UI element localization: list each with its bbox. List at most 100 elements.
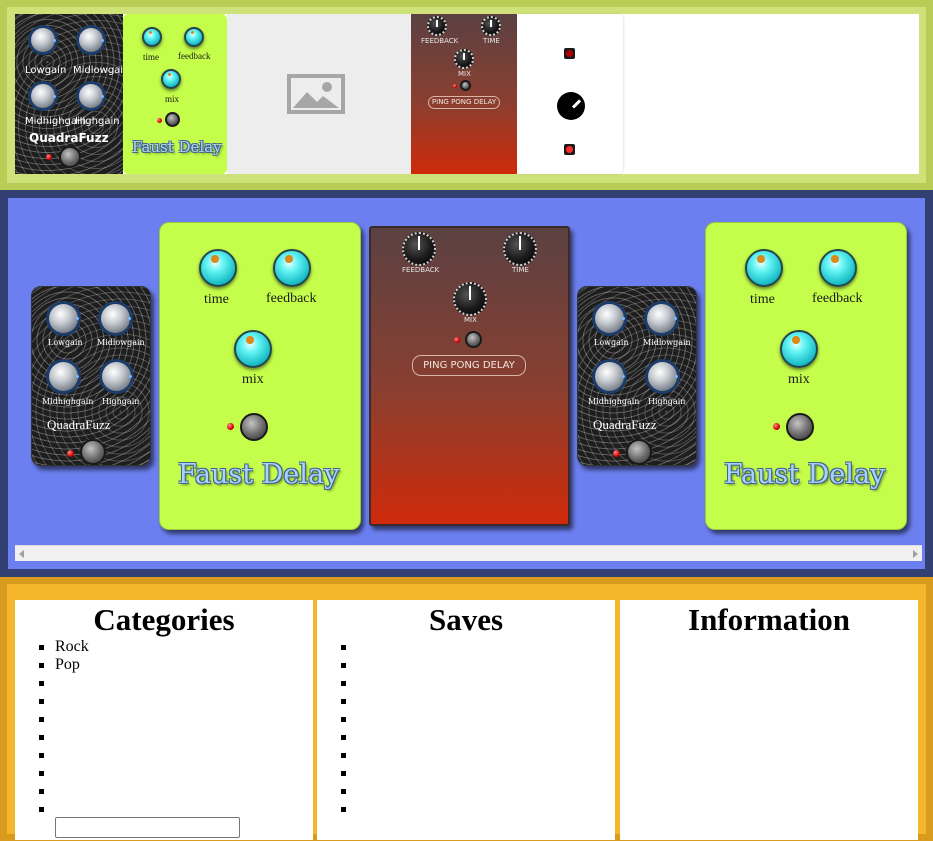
bypass-switch xyxy=(59,146,81,168)
feedback-knob[interactable] xyxy=(819,249,857,287)
mix-knob[interactable] xyxy=(234,330,272,368)
ping-pong-title: PING PONG DELAY xyxy=(428,96,500,109)
information-heading: Information xyxy=(688,602,850,637)
time-knob[interactable] xyxy=(745,249,783,287)
category-item[interactable] xyxy=(39,764,89,782)
feedback-knob xyxy=(427,16,447,36)
led-indicator xyxy=(453,84,457,88)
feedback-label: feedback xyxy=(812,291,863,306)
led-indicator xyxy=(613,450,620,457)
category-item[interactable] xyxy=(39,674,89,692)
midhighgain-label: Midhighgain xyxy=(42,397,94,406)
save-item[interactable] xyxy=(341,800,357,818)
mix-knob[interactable] xyxy=(780,330,818,368)
midlowgain-label: Midlowgain xyxy=(643,338,691,347)
rack-horizontal-scrollbar[interactable] xyxy=(15,545,922,561)
feedback-knob[interactable] xyxy=(273,249,311,287)
save-item[interactable] xyxy=(341,728,357,746)
category-item[interactable] xyxy=(39,746,89,764)
category-item[interactable] xyxy=(39,692,89,710)
feedback-label: feedback xyxy=(178,51,211,61)
highgain-label: Highgain xyxy=(75,116,120,127)
time-label: TIME xyxy=(483,37,500,45)
midlowgain-knob[interactable] xyxy=(647,304,677,333)
bypass-switch xyxy=(460,80,471,91)
thumbnail-strip-inner: Lowgain Midlowgain Midhighgain Highgain … xyxy=(15,14,919,174)
pedal-faust-delay-1[interactable]: time feedback mix Faust Delay xyxy=(159,222,361,530)
pedal-quadrafuzz-2[interactable]: Lowgain Midlowgain Midhighgain Highgain … xyxy=(577,286,697,466)
feedback-knob[interactable] xyxy=(402,232,436,266)
lowgain-knob xyxy=(31,28,56,52)
time-knob xyxy=(481,16,501,36)
bypass-switch[interactable] xyxy=(626,439,652,465)
lowgain-knob[interactable] xyxy=(49,304,79,333)
thumb-mini-plugin[interactable] xyxy=(517,14,623,174)
bypass-switch[interactable] xyxy=(465,331,482,348)
save-item[interactable] xyxy=(341,710,357,728)
save-item[interactable] xyxy=(341,764,357,782)
category-item[interactable]: Pop xyxy=(39,656,89,674)
mix-knob xyxy=(161,69,181,89)
mix-knob xyxy=(454,49,474,69)
scroll-right-icon[interactable] xyxy=(913,550,918,558)
mix-label: MIX xyxy=(458,70,471,78)
save-item[interactable] xyxy=(341,656,357,674)
thumb-ping-pong-delay[interactable]: FEEDBACK TIME MIX PING PONG DELAY xyxy=(411,14,517,174)
pedal-faust-delay-2[interactable]: time feedback mix Faust Delay xyxy=(705,222,907,530)
bypass-switch[interactable] xyxy=(80,439,106,465)
midlowgain-label: Midlowgain xyxy=(97,338,145,347)
time-knob[interactable] xyxy=(199,249,237,287)
midlowgain-knob[interactable] xyxy=(101,304,131,333)
categories-list: Rock Pop xyxy=(39,638,89,818)
ping-pong-title: PING PONG DELAY xyxy=(412,355,526,376)
save-item[interactable] xyxy=(341,782,357,800)
mix-label: mix xyxy=(788,372,810,387)
category-item[interactable] xyxy=(39,782,89,800)
thumb-placeholder[interactable] xyxy=(227,14,411,174)
bypass-switch[interactable] xyxy=(786,413,814,441)
saves-heading: Saves xyxy=(428,602,504,637)
scroll-left-icon[interactable] xyxy=(19,550,24,558)
mix-label: mix xyxy=(242,372,264,387)
highgain-knob[interactable] xyxy=(102,362,132,391)
time-knob[interactable] xyxy=(503,232,537,266)
time-label: time xyxy=(750,292,775,307)
thumb-faust-delay[interactable]: time feedback mix Faust Delay xyxy=(123,14,227,174)
save-item[interactable] xyxy=(341,638,357,656)
led-bottom-icon xyxy=(564,144,575,155)
save-item[interactable] xyxy=(341,674,357,692)
saves-list xyxy=(341,638,357,818)
faust-delay-title: Faust Delay xyxy=(178,459,340,490)
feedback-label: feedback xyxy=(266,291,317,306)
lowgain-knob[interactable] xyxy=(595,304,625,333)
mix-label: MIX xyxy=(464,316,477,324)
quadrafuzz-title: QuadraFuzz xyxy=(29,131,109,145)
save-item[interactable] xyxy=(341,746,357,764)
time-label: time xyxy=(143,52,159,62)
category-item[interactable] xyxy=(39,800,89,818)
faust-delay-title: Faust Delay xyxy=(724,459,886,490)
mix-knob[interactable] xyxy=(453,282,487,316)
midhighgain-knob[interactable] xyxy=(49,362,79,391)
pedal-quadrafuzz-1[interactable]: Lowgain Midlowgain Midhighgain Highgain … xyxy=(31,286,151,466)
led-indicator xyxy=(773,423,780,430)
category-item[interactable] xyxy=(39,728,89,746)
highgain-label: Highgain xyxy=(648,397,686,406)
category-item[interactable] xyxy=(39,710,89,728)
bypass-switch xyxy=(165,112,180,127)
highgain-knob[interactable] xyxy=(648,362,678,391)
plugin-thumbnail-strip: Lowgain Midlowgain Midhighgain Highgain … xyxy=(0,0,933,190)
time-knob xyxy=(142,27,162,47)
category-item[interactable]: Rock xyxy=(39,638,89,656)
bypass-switch[interactable] xyxy=(240,413,268,441)
highgain-label: Highgain xyxy=(102,397,140,406)
pedal-ping-pong-delay[interactable]: FEEDBACK TIME MIX PING PONG DELAY xyxy=(369,226,570,526)
midhighgain-knob[interactable] xyxy=(595,362,625,391)
save-item[interactable] xyxy=(341,692,357,710)
category-input[interactable] xyxy=(55,817,240,838)
faust-delay-title: Faust Delay xyxy=(132,138,222,156)
time-label: time xyxy=(204,292,229,307)
led-indicator xyxy=(454,337,460,343)
thumb-quadrafuzz[interactable]: Lowgain Midlowgain Midhighgain Highgain … xyxy=(15,14,123,174)
categories-heading: Categories xyxy=(93,602,235,637)
